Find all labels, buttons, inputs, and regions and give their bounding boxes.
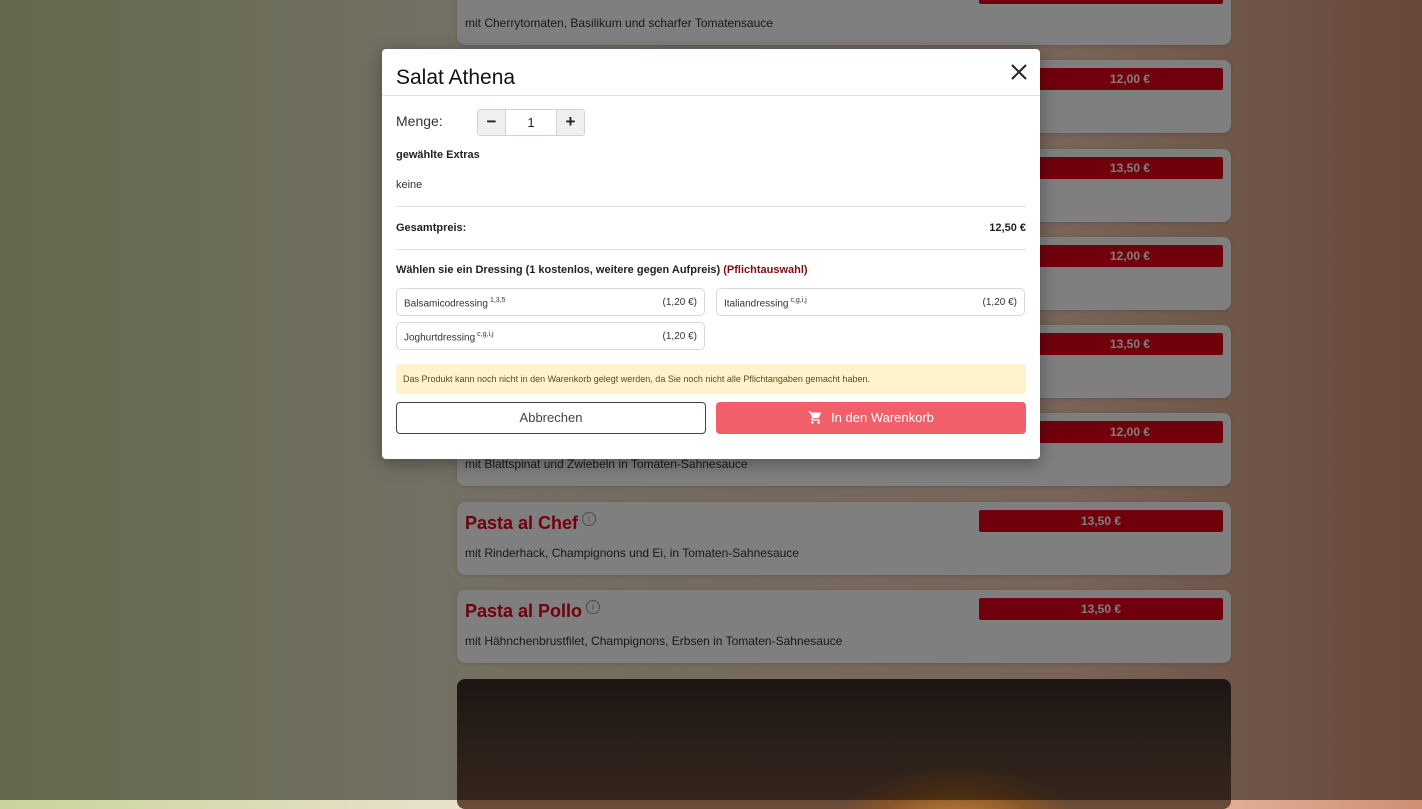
modal-title: Salat Athena	[396, 66, 516, 89]
option-name: Balsamicodressing 1,3,5	[404, 297, 506, 309]
option-price: (1,20 €)	[662, 331, 697, 342]
option-name-text: Joghurtdressing	[404, 332, 476, 344]
divider	[396, 249, 1026, 250]
total-price-value: 12,50 €	[989, 222, 1026, 234]
total-price-label: Gesamtpreis:	[396, 222, 467, 234]
close-button[interactable]	[1008, 61, 1030, 83]
allergen-codes: 1,3,5	[489, 297, 506, 304]
quantity-label: Menge:	[396, 113, 443, 129]
cancel-button[interactable]: Abbrechen	[396, 402, 706, 434]
product-options-modal: Salat Athena Menge: − + gewählte Extras …	[382, 49, 1040, 459]
option-price: (1,20 €)	[662, 297, 697, 308]
required-selection-alert: Das Produkt kann noch nicht in den Waren…	[396, 364, 1026, 394]
option-name-text: Balsamicodressing	[404, 298, 488, 310]
selected-extras-title: gewählte Extras	[396, 149, 480, 161]
add-to-cart-label: In den Warenkorb	[831, 410, 934, 425]
add-to-cart-button[interactable]: In den Warenkorb	[716, 402, 1026, 434]
required-marker: (Pflichtauswahl)	[723, 264, 808, 276]
selected-extras-value: keine	[396, 179, 423, 191]
allergen-codes: c,g,i,j	[790, 297, 807, 304]
dressing-group-title: Wählen sie ein Dressing (1 kostenlos, we…	[396, 264, 808, 276]
option-name: Joghurtdressing c,g,i,j	[404, 331, 494, 343]
modal-header: Salat Athena	[382, 49, 1040, 96]
cart-icon	[808, 410, 822, 424]
quantity-stepper: − +	[477, 109, 585, 136]
dressing-option-balsamico[interactable]: Balsamicodressing 1,3,5 (1,20 €)	[396, 288, 705, 316]
increase-quantity-button[interactable]: +	[557, 110, 584, 135]
divider	[396, 206, 1026, 207]
dressing-option-joghurt[interactable]: Joghurtdressing c,g,i,j (1,20 €)	[396, 322, 705, 350]
close-icon	[1011, 64, 1027, 80]
option-price: (1,20 €)	[982, 297, 1017, 308]
dressing-option-italian[interactable]: Italiandressing c,g,i,j (1,20 €)	[716, 288, 1025, 316]
allergen-codes: c,g,i,j	[477, 331, 494, 338]
dressing-group-title-text: Wählen sie ein Dressing (1 kostenlos, we…	[396, 264, 721, 276]
option-name: Italiandressing c,g,i,j	[724, 297, 807, 309]
quantity-input[interactable]	[505, 110, 557, 135]
decrease-quantity-button[interactable]: −	[478, 110, 505, 135]
option-name-text: Italiandressing	[724, 298, 789, 310]
